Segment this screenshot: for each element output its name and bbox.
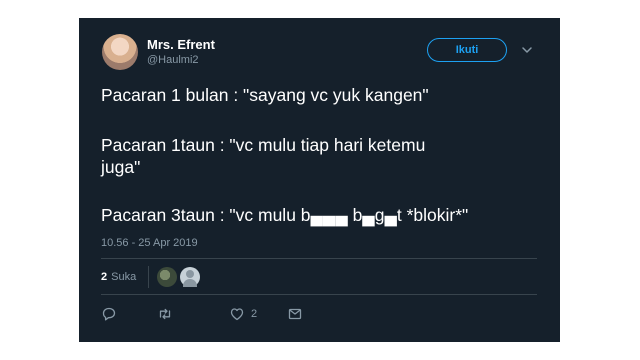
retweet-icon (159, 308, 171, 320)
avatar[interactable] (102, 34, 138, 70)
tweet-timestamp[interactable]: 10.56 - 25 Apr 2019 (101, 237, 198, 249)
envelope-icon (288, 308, 302, 320)
likes-label[interactable]: Suka (111, 271, 136, 283)
chevron-down-icon[interactable] (521, 44, 533, 56)
like-count: 2 (251, 308, 258, 320)
display-name[interactable]: Mrs. Efrent (147, 37, 215, 52)
tweet-text-line: Pacaran 3taun : "vc mulu b▄▄▄ b▄g▄t *blo… (101, 205, 469, 225)
reply-button[interactable] (101, 305, 117, 323)
tweet-text-line: Pacaran 1taun : "vc mulu tiap hari ketem… (101, 135, 426, 155)
liker-avatar-default[interactable] (180, 267, 201, 287)
divider (101, 294, 537, 295)
heart-icon (230, 308, 244, 321)
user-handle[interactable]: @Haulmi2 (147, 54, 199, 66)
tweet-text-line: juga" (101, 157, 141, 177)
divider (148, 266, 150, 288)
tweet-text-line: Pacaran 1 bulan : "sayang vc yuk kangen" (101, 85, 429, 105)
direct-message-button[interactable] (287, 305, 303, 323)
liker-avatar[interactable] (157, 267, 178, 287)
tweet-card: Mrs. Efrent @Haulmi2 Ikuti Pacaran 1 bul… (79, 18, 560, 342)
divider (101, 258, 537, 259)
likes-count[interactable]: 2 (101, 271, 107, 283)
like-button[interactable]: 2 (229, 305, 257, 323)
reply-icon (102, 307, 116, 321)
retweet-button[interactable] (157, 305, 173, 323)
follow-button[interactable]: Ikuti (427, 38, 507, 62)
likes-row: 2 Suka (101, 266, 203, 288)
